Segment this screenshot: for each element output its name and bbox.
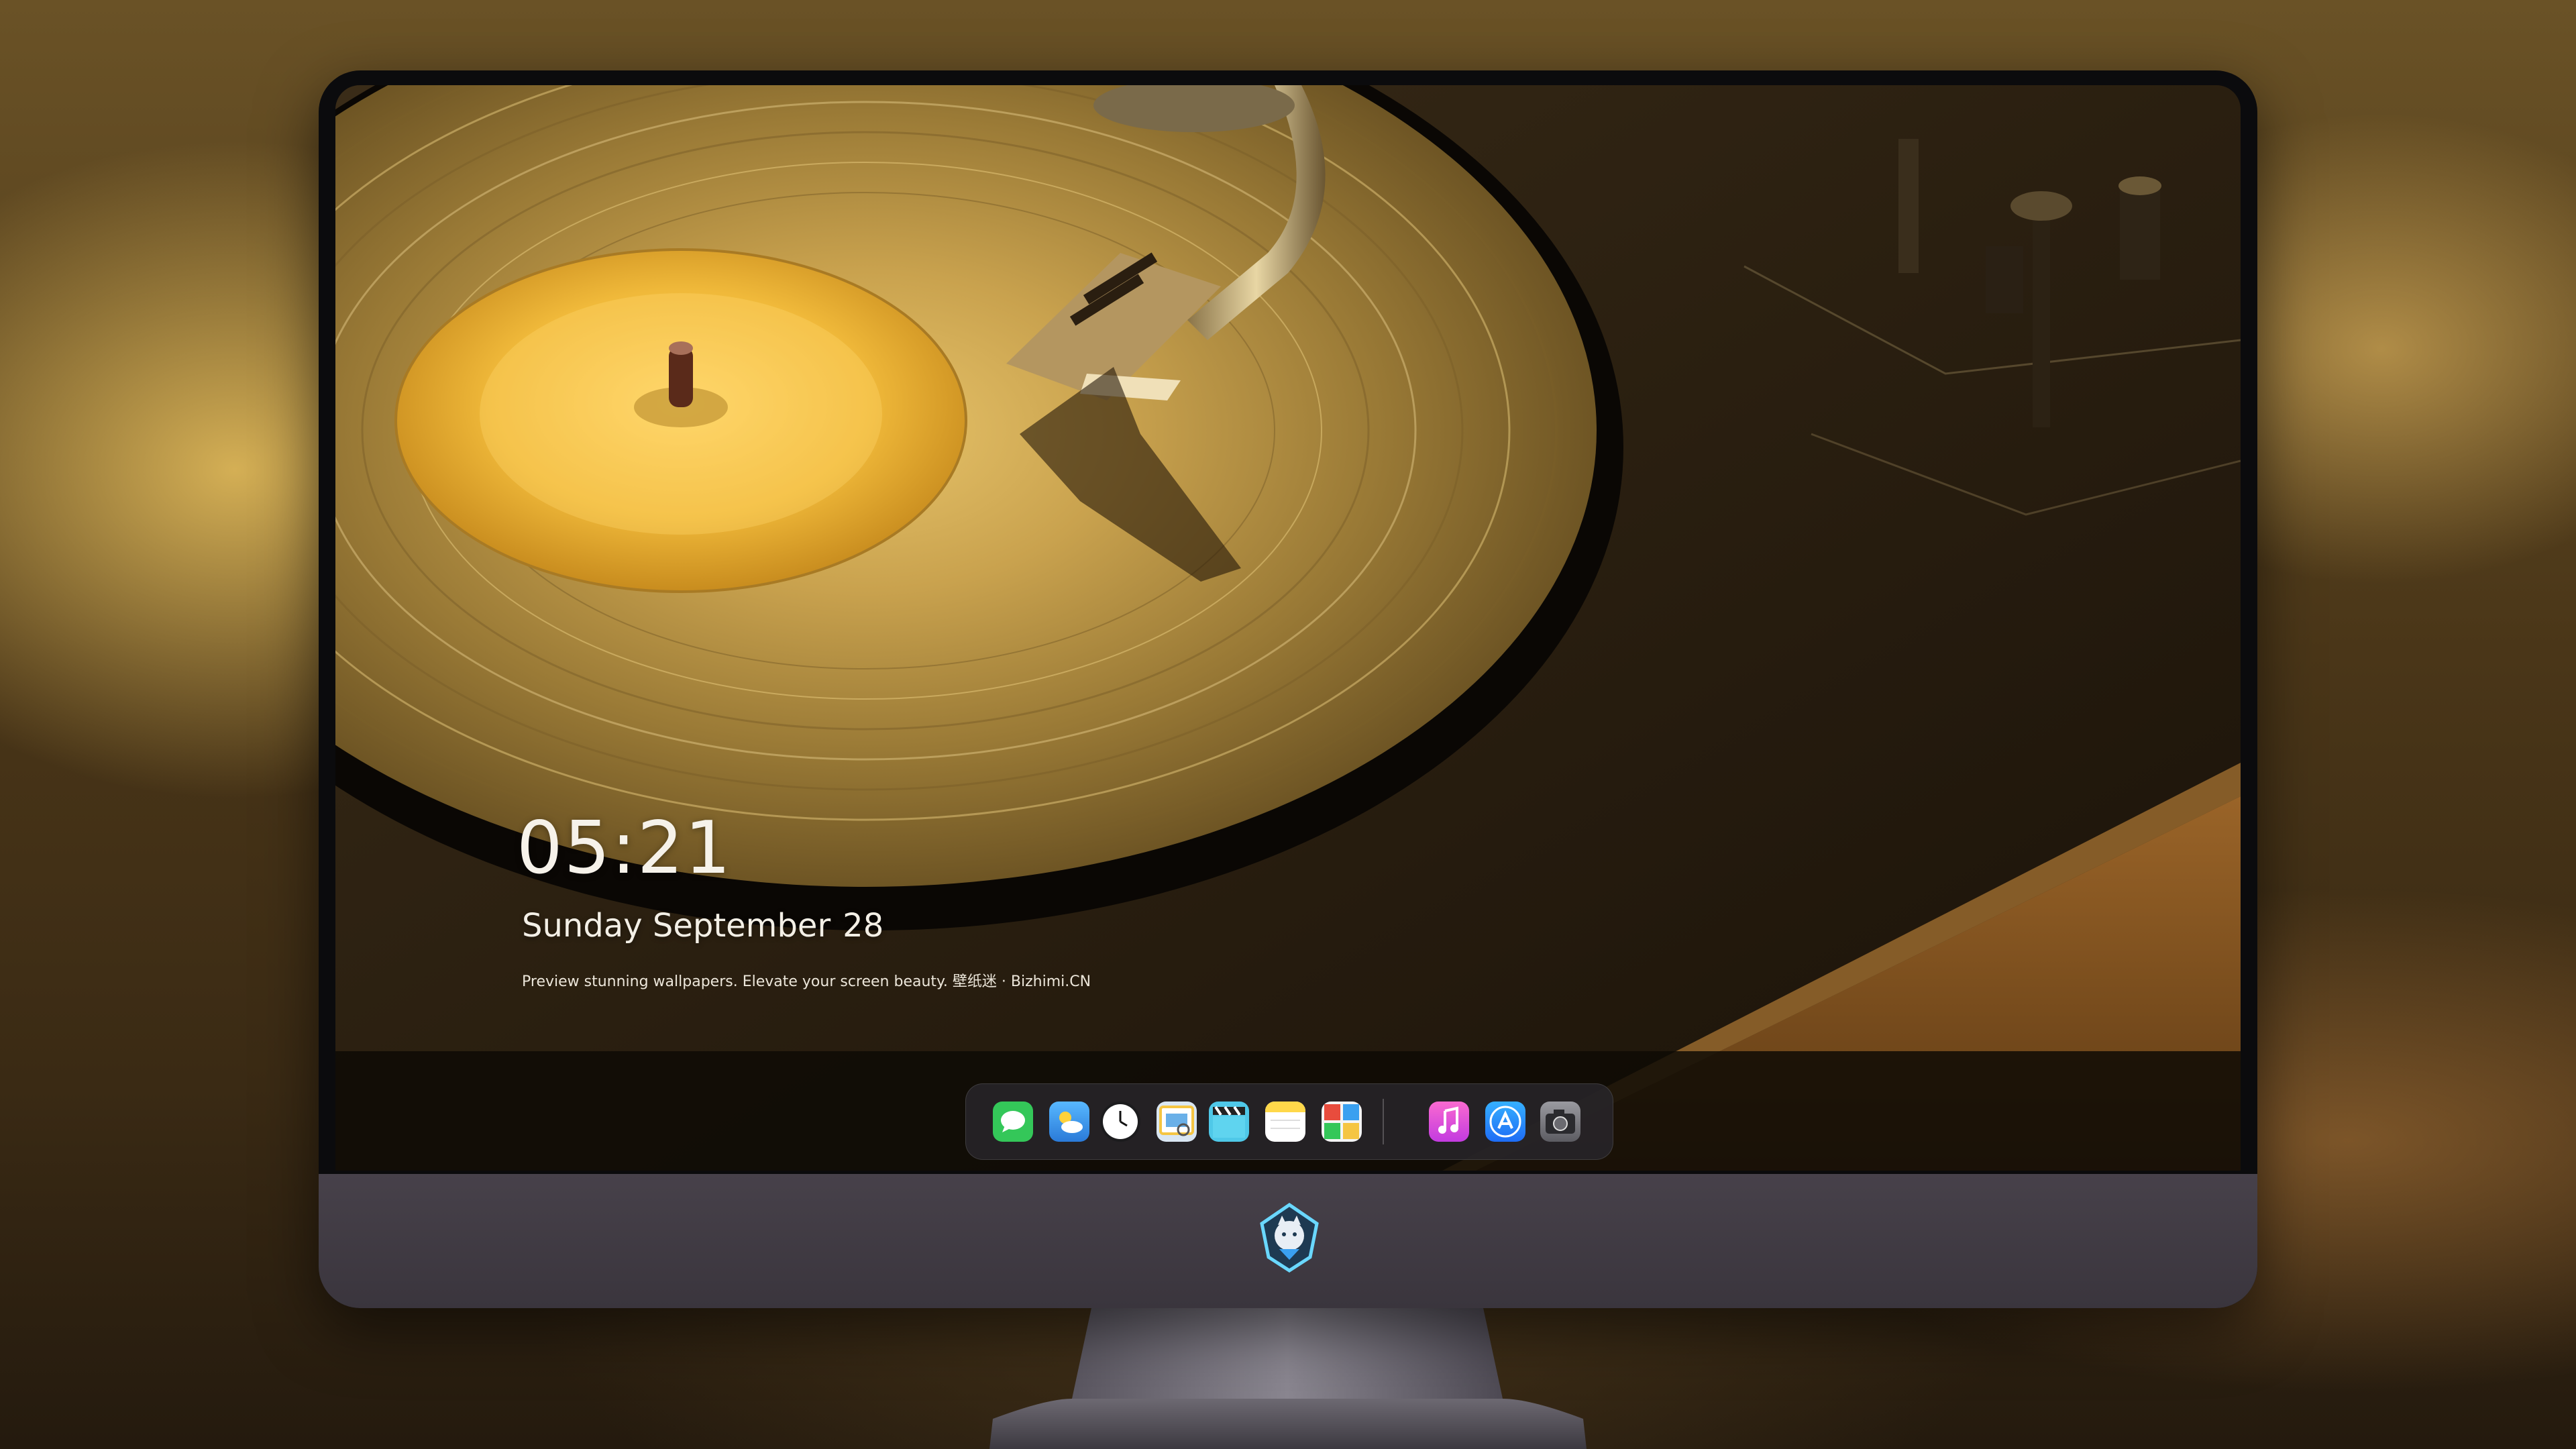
monitor: 05:21 Sunday September 28 Preview stunnin… bbox=[319, 70, 2257, 1308]
clips-icon[interactable] bbox=[1209, 1102, 1249, 1142]
app-store-icon[interactable] bbox=[1485, 1102, 1525, 1142]
wallpaper-tagline: Preview stunning wallpapers. Elevate you… bbox=[522, 973, 1091, 990]
weather-icon[interactable] bbox=[1049, 1102, 1089, 1142]
notes-icon[interactable] bbox=[1265, 1102, 1305, 1142]
date-day: 28 bbox=[843, 907, 884, 945]
dock-separator bbox=[1383, 1099, 1384, 1144]
photo-booth-icon[interactable] bbox=[1322, 1102, 1362, 1142]
preview-icon[interactable] bbox=[1157, 1102, 1197, 1142]
dock bbox=[965, 1083, 1613, 1160]
lockscreen-time: 05:21 bbox=[517, 806, 733, 890]
camera-icon[interactable] bbox=[1540, 1102, 1580, 1142]
screen: 05:21 Sunday September 28 Preview stunnin… bbox=[335, 85, 2241, 1171]
brand-logo bbox=[1260, 1202, 1319, 1273]
date-weekday-month: Sunday September bbox=[522, 907, 831, 945]
messages-icon[interactable] bbox=[993, 1102, 1033, 1142]
music-icon[interactable] bbox=[1429, 1102, 1469, 1142]
lockscreen-date: Sunday September 28 bbox=[522, 907, 883, 945]
clock-icon[interactable] bbox=[1100, 1102, 1140, 1142]
turntable-wallpaper bbox=[335, 85, 2241, 1171]
